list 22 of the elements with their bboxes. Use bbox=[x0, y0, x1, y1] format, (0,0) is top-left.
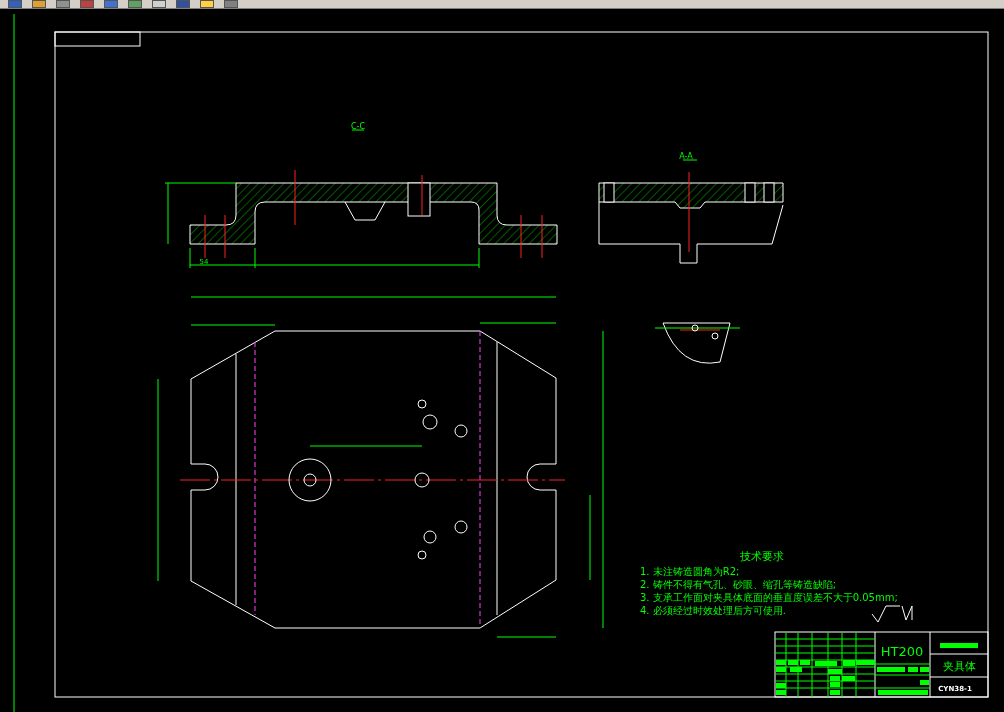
toolbar-button-icon[interactable] bbox=[32, 0, 46, 8]
filled-cell-block bbox=[878, 690, 928, 695]
requirements-heading: 技术要求 bbox=[740, 550, 784, 563]
requirement-text: 2. 铸件不得有气孔、砂眼、缩孔等铸造缺陷; bbox=[640, 579, 837, 590]
part-name-text: 夹具体 bbox=[942, 660, 976, 673]
section-label: C-C bbox=[350, 122, 366, 131]
filled-cell-block bbox=[877, 667, 905, 672]
requirement-text: 1. 未注铸造圆角为R2; bbox=[640, 566, 740, 577]
roughness-symbol-icon bbox=[871, 605, 913, 623]
toolbar-button-icon[interactable] bbox=[200, 0, 214, 8]
requirement-text: 4. 必须经过时效处理后方可使用. bbox=[640, 605, 786, 616]
requirement-text: 3. 支承工作面对夹具体底面的垂直度误差不大于0.05mm; bbox=[640, 592, 898, 603]
toolbar-button-icon[interactable] bbox=[56, 0, 70, 8]
toolbar-button-icon[interactable] bbox=[152, 0, 166, 8]
filled-cell-block bbox=[828, 669, 842, 674]
material-text: HT200 bbox=[880, 644, 924, 659]
filled-cell-block bbox=[940, 643, 978, 648]
filled-cell-block bbox=[842, 676, 855, 681]
filled-cell-block bbox=[815, 661, 837, 666]
filled-cell-block bbox=[790, 667, 802, 672]
toolbar-button-icon[interactable] bbox=[128, 0, 142, 8]
section-label: A-A bbox=[679, 152, 693, 161]
